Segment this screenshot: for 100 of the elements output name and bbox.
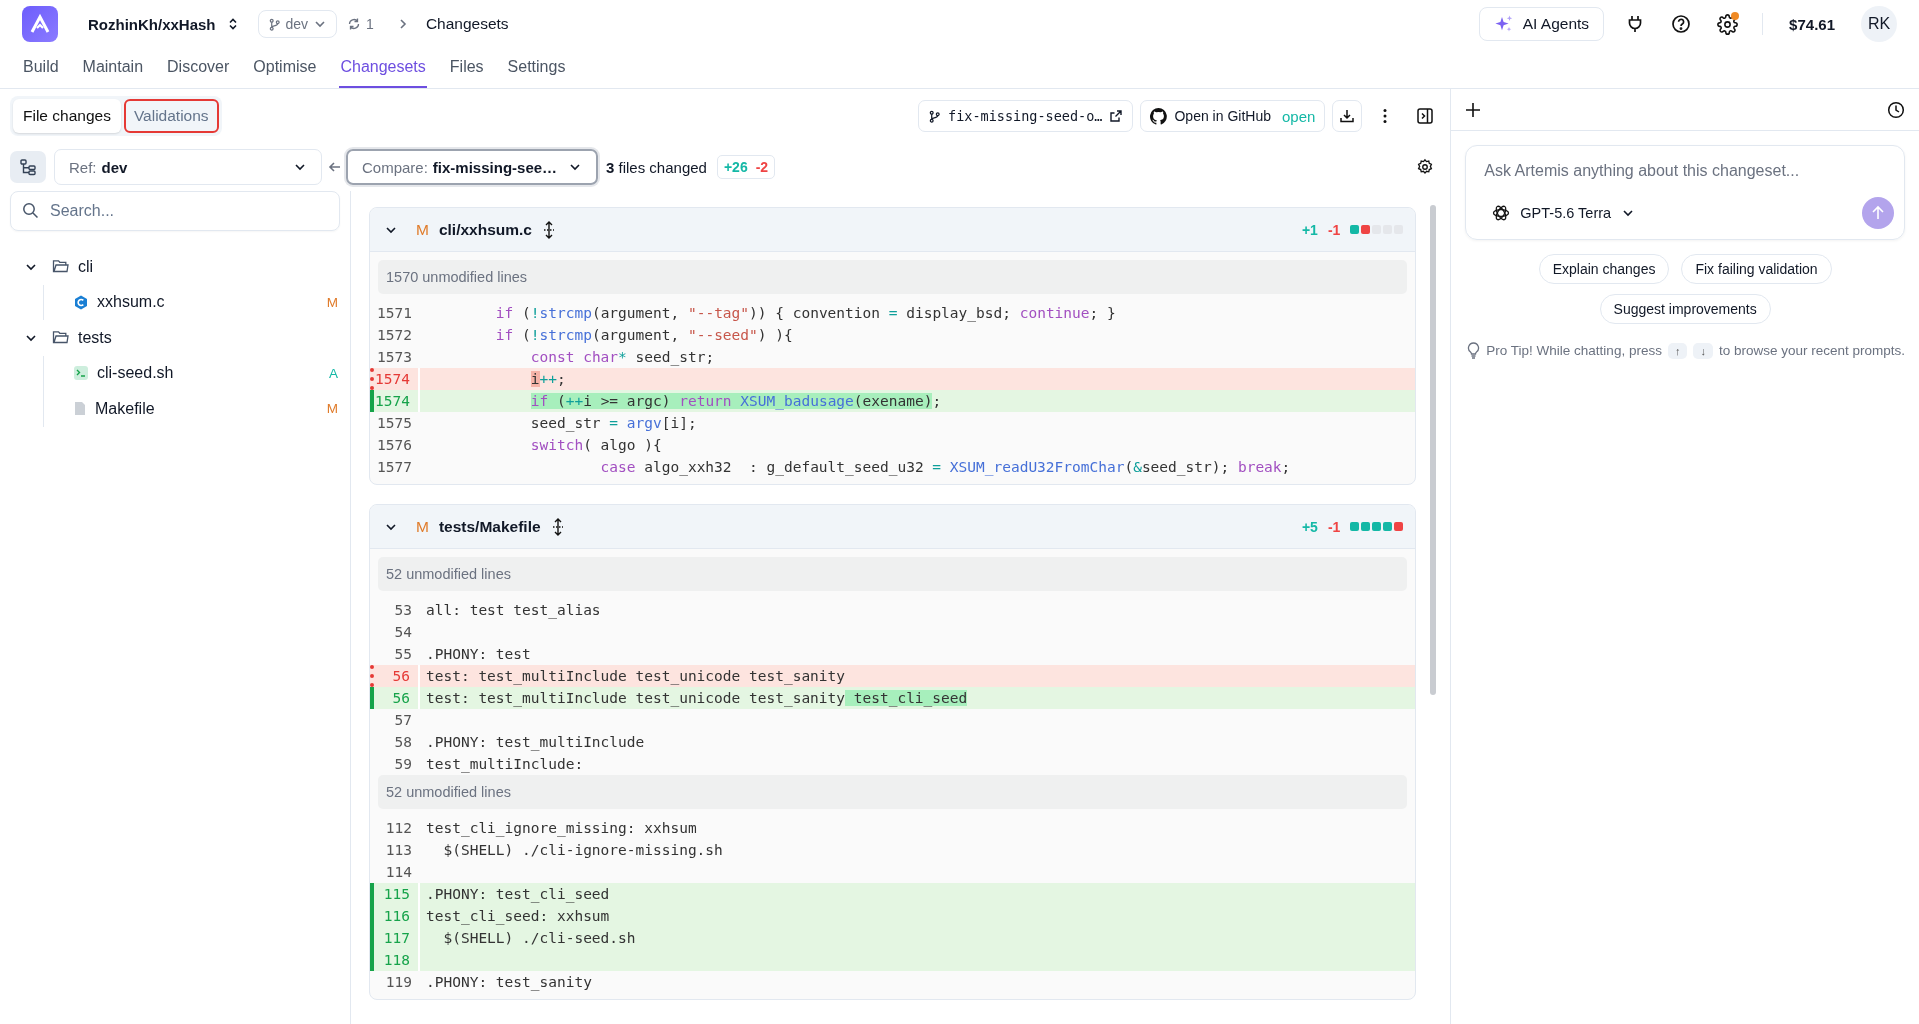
- tree-folder[interactable]: cli: [24, 249, 340, 285]
- status-label: open: [1281, 107, 1316, 125]
- open-in-github-button[interactable]: Open in GitHub open: [1140, 100, 1326, 132]
- nav-tab[interactable]: Maintain: [81, 48, 145, 88]
- history-icon[interactable]: [1887, 100, 1905, 119]
- code-line: .PHONY: test: [426, 646, 531, 662]
- nav-tab[interactable]: Changesets: [339, 48, 427, 88]
- scrollbar-thumb[interactable]: [1430, 205, 1437, 695]
- line-number: 118: [370, 949, 420, 971]
- expand-icon[interactable]: [550, 517, 565, 536]
- plus-icon[interactable]: [1465, 101, 1482, 118]
- search-field[interactable]: Search...: [10, 191, 340, 231]
- github-icon: [1150, 107, 1168, 125]
- line-number: 1574: [370, 390, 420, 412]
- line-number: 57: [393, 711, 413, 730]
- code-line: test_multiInclude:: [426, 756, 584, 772]
- collapsed-lines[interactable]: 52 unmodified lines: [378, 557, 1408, 591]
- key-hint: ↑: [1667, 342, 1688, 359]
- code-line: all: test test_alias: [426, 602, 601, 618]
- repo-name[interactable]: RozhinKh/xxHash: [88, 15, 216, 33]
- tree-file[interactable]: Makefile M: [74, 391, 340, 427]
- key-hint: ↓: [1693, 342, 1713, 359]
- sync-count[interactable]: 1: [347, 16, 374, 32]
- compare-select[interactable]: Compare: fix-missing-see…: [346, 149, 598, 185]
- line-number: 112: [384, 819, 413, 838]
- ref-select[interactable]: Ref: dev: [54, 149, 322, 185]
- view-tab[interactable]: File changes: [13, 99, 121, 133]
- code-line: test_cli_ignore_missing: xxhsum: [426, 820, 697, 836]
- line-number: 113: [384, 841, 413, 860]
- code-line: $(SHELL) ./cli-ignore-missing.sh: [442, 842, 723, 858]
- line-number: 1572: [376, 326, 413, 345]
- nav-tab[interactable]: Build: [22, 48, 60, 88]
- deletions-count: -1: [1327, 221, 1341, 238]
- user-avatar[interactable]: RK: [1861, 6, 1897, 42]
- line-number: 1575: [376, 414, 413, 433]
- lightbulb-icon: [1467, 342, 1481, 359]
- line-number: 1571: [376, 304, 413, 323]
- line-number: 1576: [376, 436, 413, 455]
- line-number: 58: [393, 733, 413, 752]
- logo-icon[interactable]: [22, 6, 58, 42]
- folder-icon: [52, 259, 69, 275]
- code-line: test: test_multiInclude test_unicode test_sanity test_cli_seed: [426, 690, 968, 706]
- branch-selector[interactable]: dev: [257, 10, 338, 38]
- branch-icon: [928, 109, 941, 123]
- code-line: .PHONY: test_cli_seed: [426, 886, 610, 902]
- line-number: 56: [370, 687, 420, 709]
- sync-icon: [347, 17, 362, 31]
- view-tab[interactable]: Validations: [123, 99, 219, 133]
- tree-file[interactable]: xxhsum.c M: [74, 284, 340, 320]
- model-selector[interactable]: GPT-5.6 Terra: [1484, 204, 1636, 222]
- line-number: 53: [393, 601, 413, 620]
- ai-agents-button[interactable]: AI Agents: [1478, 7, 1605, 41]
- deletions-count: -1: [1327, 518, 1341, 535]
- download-button[interactable]: [1332, 100, 1363, 132]
- expand-icon[interactable]: [541, 220, 556, 239]
- search-icon: [22, 202, 39, 219]
- breadcrumb: Changesets: [425, 15, 509, 33]
- tree-folder[interactable]: tests: [24, 320, 340, 356]
- nav-tab[interactable]: Discover: [166, 48, 231, 88]
- code-line: seed_str = argv[i];: [529, 415, 697, 431]
- code-line: .PHONY: test_multiInclude: [426, 734, 645, 750]
- line-number: 116: [370, 905, 420, 927]
- line-number: 119: [384, 973, 413, 992]
- arrow-up-icon: [1870, 205, 1886, 221]
- code-line: test_cli_seed: xxhsum: [426, 908, 610, 924]
- line-number: 115: [370, 883, 420, 905]
- tree-icon: [19, 158, 37, 176]
- code-line: const char* seed_str;: [529, 349, 715, 365]
- folder-icon: [52, 330, 69, 346]
- arrow-left-icon[interactable]: [328, 160, 342, 174]
- tree-view-toggle[interactable]: [10, 151, 46, 183]
- branch-icon: [267, 17, 281, 31]
- branch-link[interactable]: fix-missing-seed-o…: [918, 100, 1134, 132]
- download-icon: [1339, 108, 1356, 124]
- change-bar: [1350, 225, 1404, 234]
- line-number: 114: [384, 863, 413, 882]
- external-link-icon: [1109, 109, 1124, 123]
- line-number: 54: [393, 623, 413, 642]
- code-line: .PHONY: test_sanity: [426, 974, 592, 990]
- c-file-icon: [74, 294, 88, 310]
- file-path: tests/Makefile: [438, 517, 541, 536]
- code-line: switch( algo ){: [529, 437, 662, 453]
- code-line: if (!strcmp(argument, "--tag")) { convention = display_bsd; continue; }: [494, 305, 1116, 321]
- code-line: test: test_multiInclude test_unicode test_sanity: [426, 668, 846, 684]
- nav-tab[interactable]: Files: [448, 48, 485, 88]
- balance: $74.61: [1789, 15, 1835, 33]
- nav-tab[interactable]: Optimise: [252, 48, 318, 88]
- line-number: 1574: [370, 368, 420, 390]
- terminal-file-icon: [74, 366, 88, 381]
- nav-tab[interactable]: Settings: [506, 48, 567, 88]
- change-bar: [1350, 522, 1404, 531]
- line-number: 117: [370, 927, 420, 949]
- line-number: 1573: [376, 348, 413, 367]
- code-line: $(SHELL) ./cli-seed.sh: [442, 930, 636, 946]
- code-line: i++;: [529, 371, 566, 387]
- collapsed-lines[interactable]: 1570 unmodified lines: [378, 260, 1408, 294]
- files-changed-count: 3 files changed: [606, 158, 707, 176]
- tree-file[interactable]: cli-seed.sh A: [74, 355, 340, 391]
- tip-text: Pro Tip! While chatting, press: [1486, 343, 1662, 358]
- collapsed-lines[interactable]: 52 unmodified lines: [378, 775, 1408, 809]
